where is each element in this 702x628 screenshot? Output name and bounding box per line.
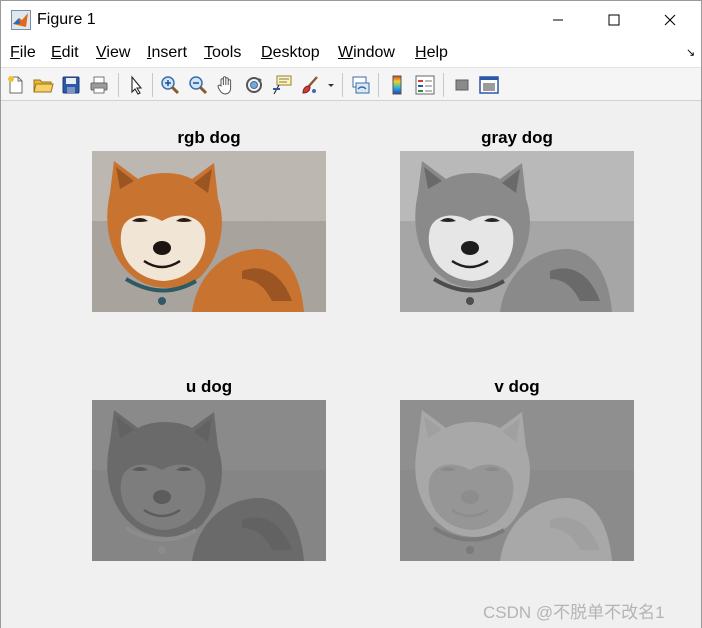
print-icon[interactable] bbox=[88, 74, 110, 96]
dog-photo bbox=[400, 151, 634, 312]
axes-title-gray: gray dog bbox=[481, 128, 553, 147]
edit-plot-icon[interactable] bbox=[125, 74, 147, 96]
dog-nose bbox=[153, 490, 171, 504]
menu-edit-label: dit bbox=[61, 44, 79, 61]
show-plot-tools-icon[interactable] bbox=[478, 74, 500, 96]
menu-tools-mnemonic: T bbox=[204, 44, 212, 61]
matlab-logo-icon bbox=[11, 10, 31, 30]
figure-window: Figure 1 File Edit View Insert Tools Des… bbox=[0, 0, 702, 628]
menu-tools[interactable]: Tools bbox=[204, 44, 241, 62]
axes-title-u: u dog bbox=[185, 377, 233, 396]
ground-highlight bbox=[265, 208, 305, 218]
maximize-button[interactable] bbox=[591, 1, 637, 39]
close-button[interactable] bbox=[647, 1, 693, 39]
menu-insert-label: nsert bbox=[151, 44, 188, 61]
rotate-3d-icon[interactable] bbox=[243, 74, 265, 96]
menu-window[interactable]: Window bbox=[338, 44, 395, 62]
toolbar-separator bbox=[152, 73, 153, 97]
close-icon bbox=[664, 14, 676, 26]
menu-help-mnemonic: H bbox=[415, 44, 427, 61]
menu-view-mnemonic: V bbox=[96, 44, 107, 61]
dog-photo bbox=[92, 400, 326, 561]
dog-nose bbox=[461, 241, 479, 255]
menu-view[interactable]: View bbox=[96, 44, 130, 62]
axes-title-v: v dog bbox=[494, 377, 540, 396]
image-v-dog[interactable] bbox=[400, 400, 634, 561]
dog-photo bbox=[92, 151, 326, 312]
menu-file[interactable]: File bbox=[10, 44, 36, 62]
dog-collar-tag bbox=[466, 297, 474, 305]
link-plot-icon[interactable] bbox=[350, 74, 372, 96]
brush-icon[interactable] bbox=[299, 74, 321, 96]
menu-insert[interactable]: Insert bbox=[147, 44, 187, 62]
image-rgb-dog[interactable] bbox=[92, 151, 326, 312]
toolbar-separator bbox=[342, 73, 343, 97]
menu-view-label: iew bbox=[106, 44, 131, 61]
hide-plot-tools-icon[interactable] bbox=[451, 74, 473, 96]
toolbar-separator bbox=[118, 73, 119, 97]
minimize-button[interactable] bbox=[535, 1, 581, 39]
menu-desktop[interactable]: Desktop bbox=[261, 44, 320, 62]
new-figure-icon[interactable] bbox=[5, 74, 27, 96]
menu-edit-mnemonic: E bbox=[51, 44, 62, 61]
minimize-icon bbox=[553, 19, 563, 21]
title-bar: Figure 1 bbox=[1, 1, 701, 39]
menu-tools-label: ools bbox=[212, 44, 242, 61]
ground-highlight bbox=[573, 208, 613, 218]
pan-icon[interactable] bbox=[215, 74, 237, 96]
axes-title-rgb: rgb dog bbox=[177, 128, 241, 147]
dock-figure-button[interactable]: ↘ bbox=[686, 46, 695, 59]
figure-canvas: rgb dog gray dog u dog v dog bbox=[1, 102, 701, 628]
csdn-watermark: CSDN @不脱单不改名1 bbox=[483, 603, 665, 622]
menu-desktop-label: esktop bbox=[272, 44, 320, 61]
brush-dropdown-icon[interactable] bbox=[325, 74, 337, 96]
data-cursor-icon[interactable] bbox=[271, 74, 293, 96]
zoom-out-icon[interactable] bbox=[187, 74, 209, 96]
ground-highlight bbox=[265, 457, 305, 467]
menu-file-label: ile bbox=[19, 44, 36, 61]
menu-help-label: elp bbox=[426, 44, 448, 61]
toolbar-separator bbox=[443, 73, 444, 97]
dog-collar-tag bbox=[158, 546, 166, 554]
toolbar-separator bbox=[378, 73, 379, 97]
legend-icon[interactable] bbox=[414, 74, 436, 96]
figure-toolbar bbox=[1, 67, 701, 101]
dog-photo bbox=[400, 400, 634, 561]
dog-nose bbox=[153, 241, 171, 255]
dog-nose bbox=[461, 490, 479, 504]
window-title: Figure 1 bbox=[37, 11, 96, 28]
menu-file-mnemonic: F bbox=[10, 44, 20, 61]
ground-highlight bbox=[573, 457, 613, 467]
maximize-icon bbox=[608, 14, 620, 26]
zoom-in-icon[interactable] bbox=[159, 74, 181, 96]
colorbar-icon[interactable] bbox=[386, 74, 408, 96]
save-icon[interactable] bbox=[60, 74, 82, 96]
menu-help[interactable]: Help bbox=[415, 44, 448, 62]
menu-edit[interactable]: Edit bbox=[51, 44, 79, 62]
menu-window-mnemonic: W bbox=[338, 44, 354, 61]
image-u-dog[interactable] bbox=[92, 400, 326, 561]
menu-bar: File Edit View Insert Tools Desktop Wind… bbox=[1, 39, 701, 67]
menu-window-label: indow bbox=[353, 44, 395, 61]
dog-collar-tag bbox=[466, 546, 474, 554]
open-file-icon[interactable] bbox=[32, 74, 54, 96]
image-gray-dog[interactable] bbox=[400, 151, 634, 312]
menu-desktop-mnemonic: D bbox=[261, 44, 273, 61]
dog-collar-tag bbox=[158, 297, 166, 305]
